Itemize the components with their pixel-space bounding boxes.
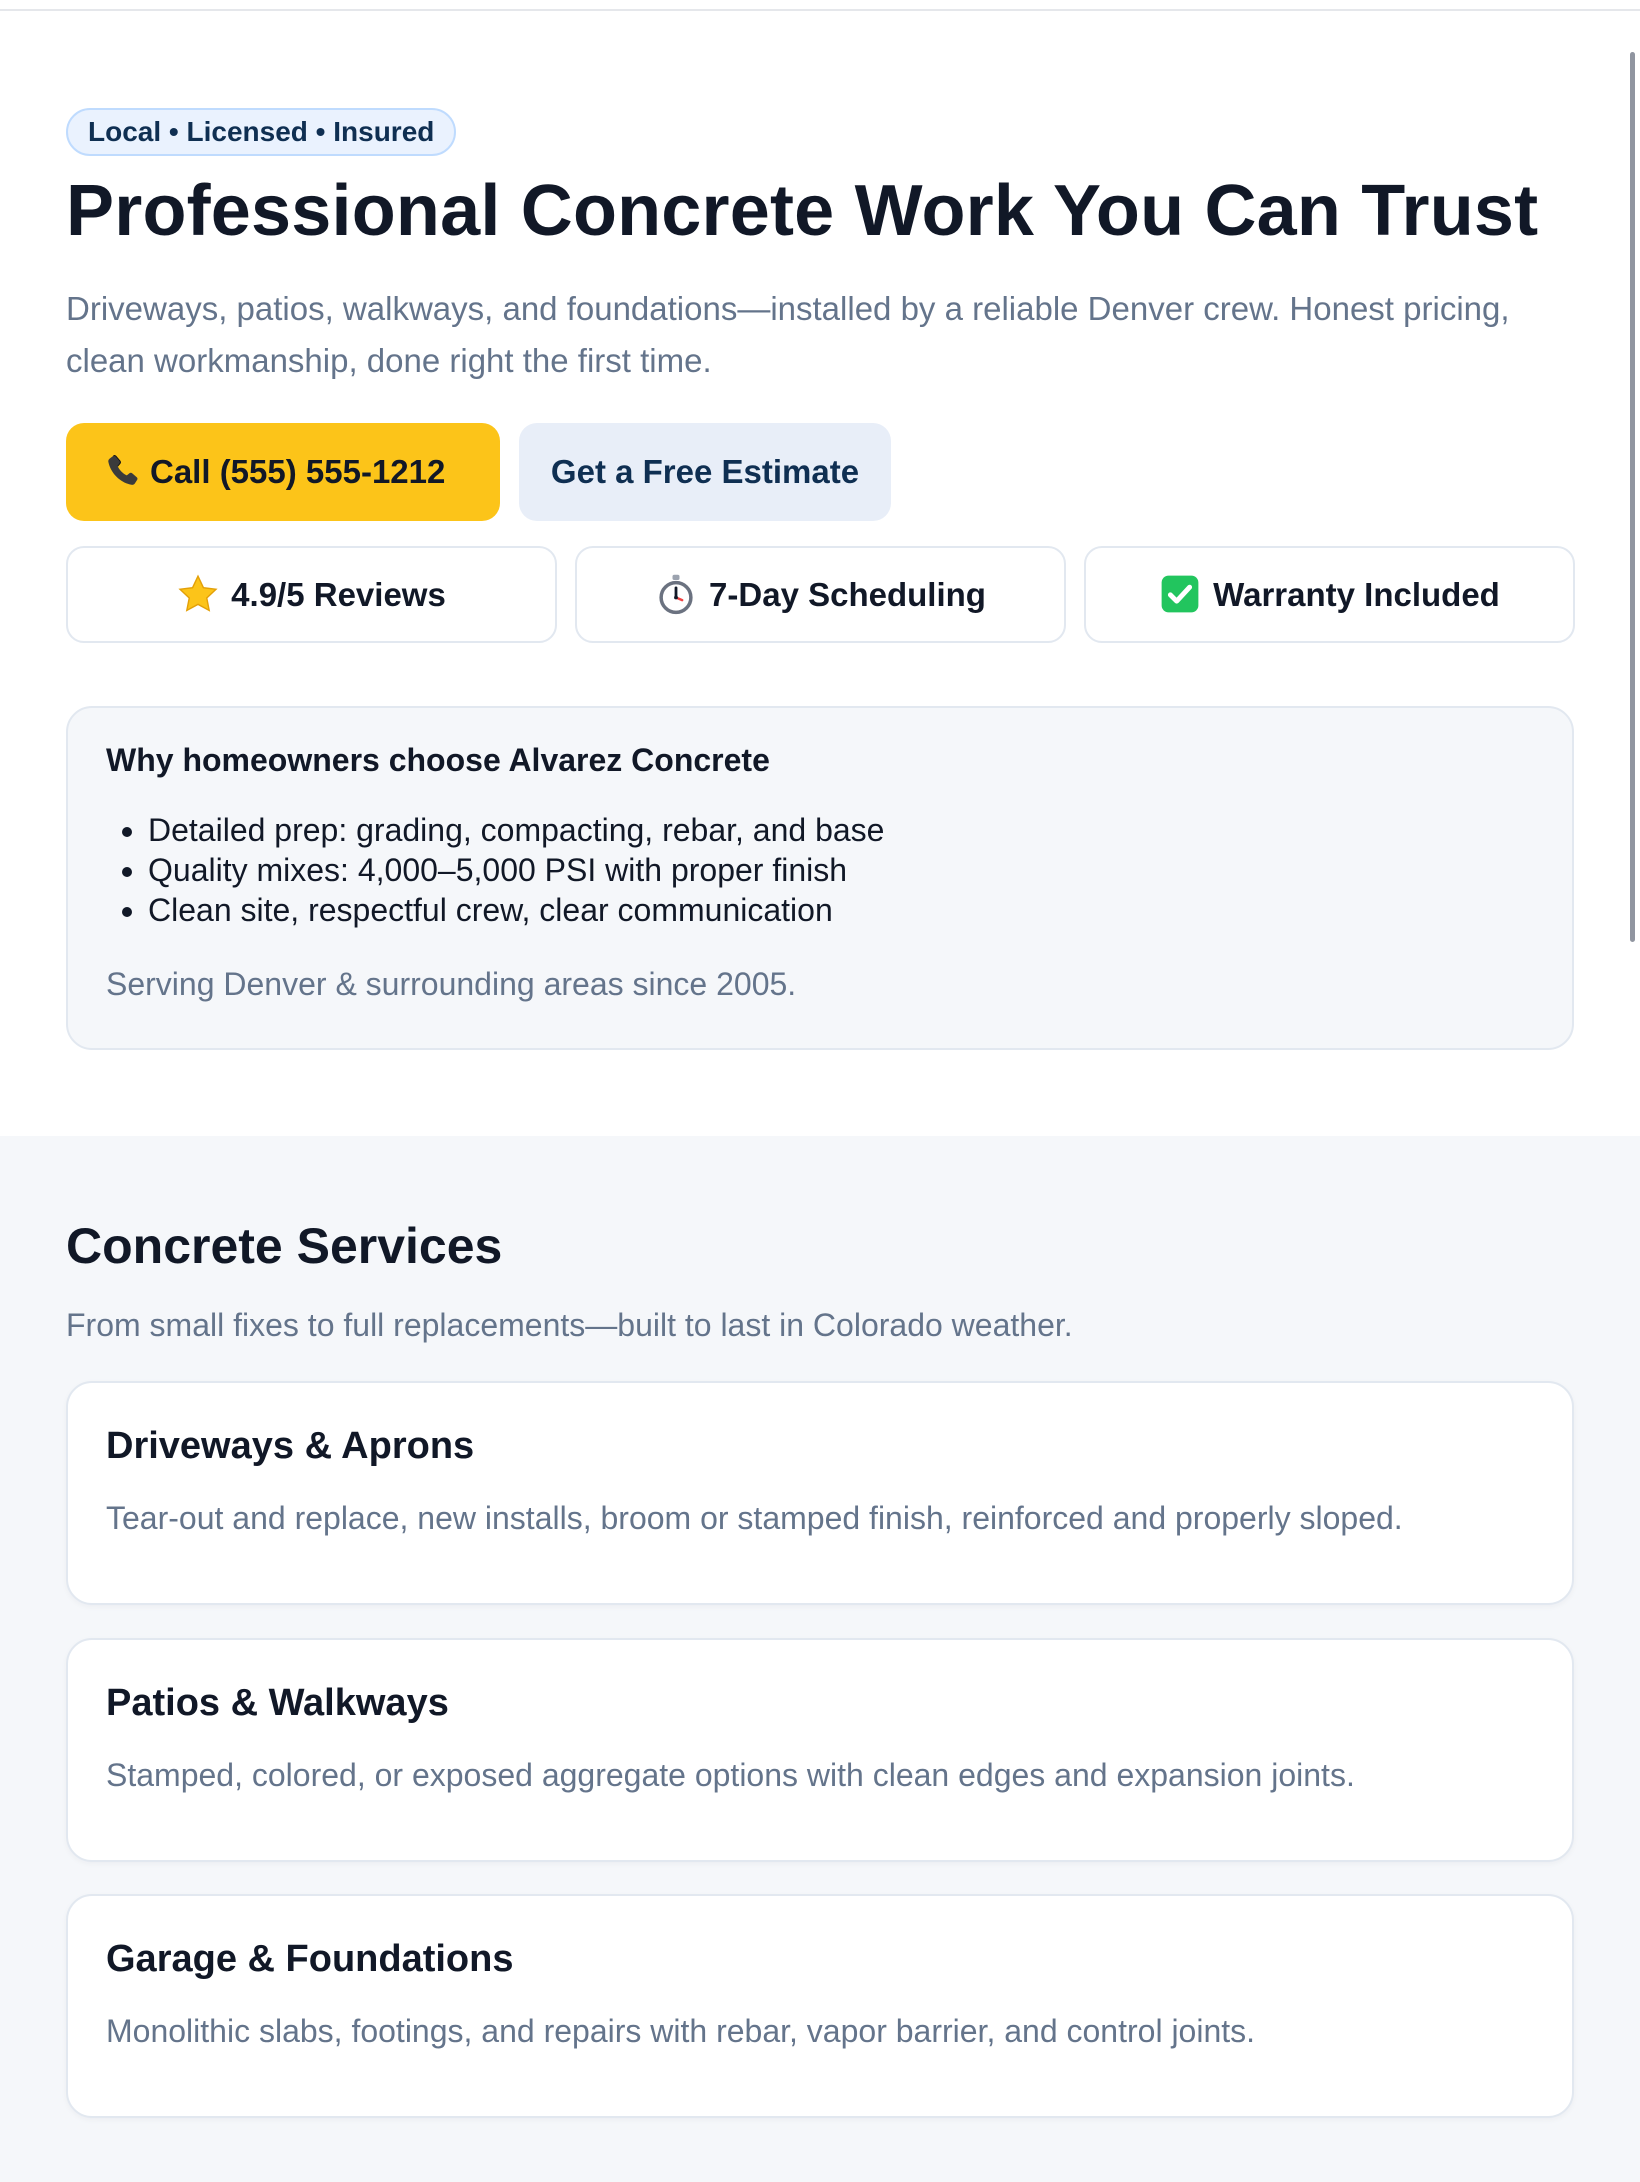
- call-button[interactable]: Call (555) 555-1212: [66, 423, 500, 521]
- service-card-description: Tear-out and replace, new installs, broo…: [106, 1500, 1403, 1536]
- why-choose-list: Detailed prep: grading, compacting, reba…: [106, 810, 884, 930]
- hero-subtitle: Driveways, patios, walkways, and foundat…: [66, 290, 1510, 379]
- service-card-title: Garage & Foundations: [106, 1938, 514, 1980]
- checkmark-icon: [1161, 575, 1199, 613]
- vertical-scrollbar[interactable]: [1630, 52, 1635, 942]
- hero-section: Local • Licensed • Insured Professional …: [0, 11, 1640, 1136]
- trust-label-warranty: Warranty Included: [1213, 576, 1500, 613]
- list-item: Detailed prep: grading, compacting, reba…: [148, 810, 884, 850]
- trust-item-warranty: Warranty Included: [1084, 546, 1575, 643]
- trust-item-reviews: 4.9/5 Reviews: [66, 546, 557, 643]
- phone-icon: [100, 423, 144, 521]
- services-section: Concrete Services From small fixes to fu…: [0, 1136, 1640, 2182]
- why-choose-panel: Why homeowners choose Alvarez Concrete D…: [66, 706, 1574, 1050]
- page-title: Professional Concrete Work You Can Trust: [66, 171, 1539, 251]
- service-card-title: Patios & Walkways: [106, 1682, 449, 1724]
- service-card-description: Monolithic slabs, footings, and repairs …: [106, 2013, 1256, 2049]
- services-title: Concrete Services: [66, 1218, 503, 1274]
- service-area-note: Serving Denver & surrounding areas since…: [106, 966, 797, 1002]
- list-item: Quality mixes: 4,000–5,000 PSI with prop…: [148, 850, 884, 890]
- services-subtitle: From small fixes to full replacements—bu…: [66, 1307, 1073, 1343]
- star-icon: [178, 574, 218, 613]
- service-card-foundations: Garage & Foundations Monolithic slabs, f…: [66, 1894, 1574, 2118]
- trust-label-reviews: 4.9/5 Reviews: [231, 576, 446, 613]
- stopwatch-icon: [659, 575, 693, 615]
- service-card-description: Stamped, colored, or exposed aggregate o…: [106, 1757, 1355, 1793]
- service-card-title: Driveways & Aprons: [106, 1425, 475, 1467]
- why-choose-title: Why homeowners choose Alvarez Concrete: [106, 742, 770, 778]
- trust-label-scheduling: 7-Day Scheduling: [709, 576, 986, 613]
- credentials-badge: Local • Licensed • Insured: [66, 108, 457, 156]
- call-button-label: Call (555) 555-1212: [150, 453, 446, 490]
- free-estimate-button[interactable]: Get a Free Estimate: [519, 423, 891, 521]
- service-card-patios: Patios & Walkways Stamped, colored, or e…: [66, 1638, 1574, 1862]
- list-item: Clean site, respectful crew, clear commu…: [148, 890, 884, 930]
- top-divider: [0, 0, 1640, 11]
- trust-item-scheduling: 7-Day Scheduling: [575, 546, 1066, 643]
- service-card-driveways: Driveways & Aprons Tear-out and replace,…: [66, 1381, 1574, 1605]
